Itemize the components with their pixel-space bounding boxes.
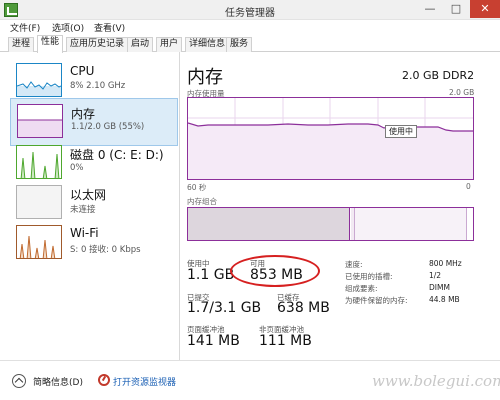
watermark: www.bolegui.com (372, 372, 500, 390)
close-button[interactable]: ✕ (470, 0, 500, 18)
composition-free (466, 208, 473, 240)
sidebar-cpu-name: CPU (70, 64, 95, 78)
tab-services[interactable]: 服务 (226, 37, 253, 52)
memory-graph-thumb (17, 104, 63, 138)
hardware-reserved-label: 为硬件保留的内存: (345, 296, 408, 305)
memory-title: 内存 (187, 67, 223, 88)
tab-performance[interactable]: 性能 (37, 35, 64, 53)
menu-file[interactable]: 文件(F) (10, 21, 40, 34)
sidebar-item-memory[interactable]: 内存 1.1/2.0 GB (55%) (10, 98, 178, 146)
sidebar-disk-name: 磁盘 0 (C: E: D:) (70, 148, 164, 162)
form-factor-value: DIMM (429, 283, 450, 292)
sidebar-item-wifi[interactable]: Wi-Fi S: 0 接收: 0 Kbps (10, 220, 178, 268)
chevron-up-icon[interactable] (12, 374, 26, 388)
memory-composition-graph (187, 207, 474, 241)
sidebar-wifi-name: Wi-Fi (70, 226, 99, 240)
time-span-label: 60 秒 (187, 183, 207, 192)
memory-usage-graph (187, 97, 474, 180)
highlight-circle (230, 255, 320, 287)
cached-value: 638 MB (277, 300, 330, 316)
cpu-graph-thumb (16, 63, 62, 97)
tab-startup[interactable]: 启动 (127, 37, 154, 52)
tab-app-history[interactable]: 应用历史记录 (66, 37, 129, 52)
memory-usage-max: 2.0 GB (449, 88, 475, 97)
resource-monitor-icon (98, 374, 110, 386)
paged-pool-value: 141 MB (187, 333, 240, 349)
wifi-graph-thumb (16, 225, 62, 259)
open-resource-monitor-link[interactable]: 打开资源监视器 (113, 375, 176, 388)
sidebar-ethernet-name: 以太网 (70, 188, 107, 202)
speed-value: 800 MHz (429, 259, 462, 268)
disk-graph-thumb (16, 145, 62, 179)
sidebar-wifi-sub: S: 0 接收: 0 Kbps (70, 245, 141, 255)
ethernet-graph-thumb (16, 185, 62, 219)
tab-users[interactable]: 用户 (156, 37, 183, 52)
task-manager-window: 任务管理器 — □ ✕ 文件(F) 选项(O) 查看(V) 进程 性能 应用历史… (0, 0, 500, 400)
committed-value: 1.7/3.1 GB (187, 300, 262, 316)
memory-composition-label: 内存组合 (187, 197, 217, 206)
composition-standby (354, 208, 466, 240)
in-use-tooltip: 使用中 (385, 125, 417, 138)
sidebar-cpu-sub: 8% 2.10 GHz (70, 81, 126, 91)
menu-view[interactable]: 查看(V) (94, 21, 125, 34)
memory-spec: 2.0 GB DDR2 (402, 69, 475, 82)
tab-details[interactable]: 详细信息 (185, 37, 230, 52)
fewer-details-button[interactable]: 简略信息(D) (33, 375, 83, 388)
composition-in-use (188, 208, 350, 240)
maximize-button[interactable]: □ (444, 0, 468, 18)
title-bar: 任务管理器 — □ ✕ (0, 0, 500, 20)
non-paged-pool-value: 111 MB (259, 333, 312, 349)
form-factor-label: 组成要素: (345, 284, 378, 293)
hardware-reserved-value: 44.8 MB (429, 295, 460, 304)
speed-label: 速度: (345, 260, 363, 269)
sidebar-disk-sub: 0% (70, 163, 84, 173)
sidebar-memory-sub: 1.1/2.0 GB (55%) (71, 122, 145, 132)
slots-used-value: 1/2 (429, 271, 442, 280)
menu-options[interactable]: 选项(O) (52, 21, 84, 34)
axis-zero-label: 0 (466, 182, 471, 191)
in-use-value: 1.1 GB (187, 267, 235, 283)
slots-used-label: 已使用的插槽: (345, 272, 393, 281)
menu-bar: 文件(F) 选项(O) 查看(V) (0, 20, 500, 34)
tab-processes[interactable]: 进程 (8, 37, 35, 52)
resource-sidebar: CPU 8% 2.10 GHz 内存 1.1/2.0 GB (55%) 磁盘 0… (0, 52, 180, 360)
tab-bar: 进程 性能 应用历史记录 启动 用户 详细信息 服务 (0, 34, 500, 53)
sidebar-memory-name: 内存 (71, 107, 96, 121)
minimize-button[interactable]: — (418, 0, 442, 18)
sidebar-ethernet-sub: 未连接 (70, 205, 96, 215)
